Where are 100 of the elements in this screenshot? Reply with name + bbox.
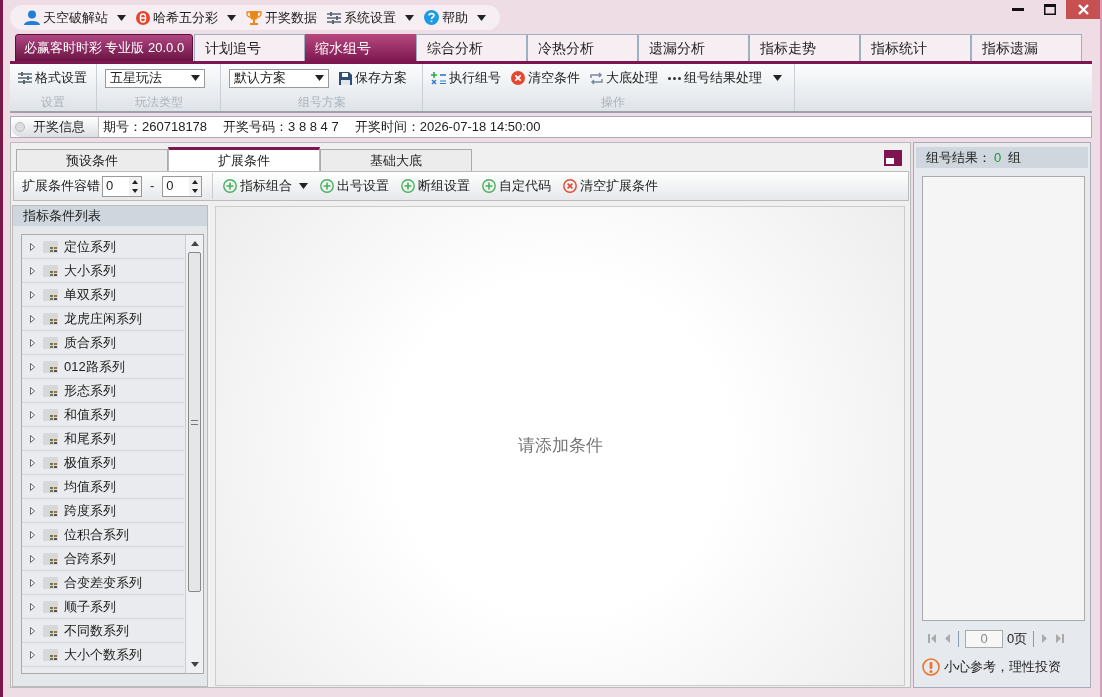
toolbar-button[interactable]: 保存方案 [339, 68, 407, 88]
expand-icon[interactable] [30, 410, 35, 419]
tree-item[interactable]: 跨度系列 [22, 499, 184, 523]
draw-info-text: 开奖号码：3 8 8 4 7 [223, 118, 339, 137]
toolbar-button[interactable]: 执行组号 [431, 68, 501, 88]
folder-icon [43, 432, 58, 445]
person-icon [24, 10, 40, 25]
toolbar-button[interactable]: 指标组合 [223, 176, 309, 196]
draw-info-button[interactable]: 开奖信息 [11, 117, 99, 137]
add-icon [223, 179, 238, 193]
number-spinner[interactable]: 0 [102, 175, 142, 197]
tree-item[interactable]: 形态系列 [22, 379, 184, 403]
dropdown-field[interactable]: 默认方案 [229, 68, 329, 88]
tree-item[interactable]: 龙虎庄闲系列 [22, 307, 184, 331]
tree-item[interactable]: 极值系列 [22, 451, 184, 475]
restore-icon[interactable] [884, 150, 902, 166]
scrollbar[interactable] [185, 235, 203, 673]
expand-icon[interactable] [30, 362, 35, 371]
menu-item[interactable]: 开奖数据 [246, 6, 317, 29]
tree-item[interactable]: 012路系列 [22, 355, 184, 379]
number-spinner[interactable]: 0 [162, 175, 203, 197]
empty-message: 请添加条件 [517, 435, 603, 458]
add-icon [320, 179, 335, 193]
expand-icon[interactable] [30, 266, 35, 275]
warning-icon [922, 657, 940, 676]
folder-icon [43, 528, 58, 541]
scroll-up-icon[interactable] [191, 241, 199, 246]
tab[interactable]: 指标走势 [749, 34, 860, 62]
expand-icon[interactable] [30, 338, 35, 347]
tree-item[interactable]: 定位系列 [22, 235, 184, 259]
expand-icon[interactable] [30, 386, 35, 395]
tree-item[interactable]: 大小个数系列 [22, 643, 184, 667]
folder-icon [43, 312, 58, 325]
tab[interactable]: 综合分析 [416, 34, 527, 62]
subtab[interactable]: 基础大底 [320, 149, 472, 171]
folder-icon [43, 600, 58, 613]
minimize-icon [1012, 7, 1024, 12]
maximize-icon [1044, 4, 1056, 15]
expand-icon[interactable] [30, 650, 35, 659]
folder-icon [43, 480, 58, 493]
sliders-icon [327, 11, 341, 24]
save-icon [339, 71, 352, 85]
tab[interactable]: 计划追号 [194, 34, 305, 62]
caret-icon [227, 14, 236, 21]
expand-icon[interactable] [30, 626, 35, 635]
menu-item[interactable]: 系统设置 [327, 6, 414, 29]
expand-icon[interactable] [30, 578, 35, 587]
tab[interactable]: 缩水组号 [305, 34, 416, 62]
expand-icon[interactable] [30, 506, 35, 515]
folder-icon [43, 264, 58, 277]
folder-icon [43, 408, 58, 421]
dropdown-field[interactable]: 五星玩法 [105, 68, 205, 88]
toolbar-button[interactable]: 组号结果处理 [668, 68, 782, 88]
spinner-arrows-icon[interactable] [129, 176, 141, 196]
tree-item[interactable]: 顺子系列 [22, 595, 184, 619]
menu-item[interactable]: 哈希五分彩 [136, 6, 236, 29]
spinner-arrows-icon[interactable] [189, 176, 202, 196]
tab[interactable]: 冷热分析 [527, 34, 638, 62]
expand-icon[interactable] [30, 482, 35, 491]
result-unit: 组 [1008, 148, 1022, 167]
subtab[interactable]: 预设条件 [16, 149, 168, 171]
expand-icon[interactable] [30, 314, 35, 323]
menu-item[interactable]: 帮助 [424, 6, 486, 29]
tree-item[interactable]: 和尾系列 [22, 427, 184, 451]
subtab[interactable]: 扩展条件 [168, 147, 320, 171]
expand-icon[interactable] [30, 530, 35, 539]
expand-icon[interactable] [30, 434, 35, 443]
folder-icon [43, 504, 58, 517]
expand-icon[interactable] [30, 290, 35, 299]
toolbar-button[interactable]: 出号设置 [320, 176, 390, 196]
toolbar-button[interactable]: 格式设置 [18, 68, 87, 88]
tab[interactable]: 指标统计 [860, 34, 971, 62]
expand-icon[interactable] [30, 554, 35, 563]
menu-item[interactable]: 天空破解站 [24, 6, 126, 29]
tree-item[interactable]: 不同数系列 [22, 619, 184, 643]
tree-item[interactable]: 位积合系列 [22, 523, 184, 547]
toolbar-button[interactable]: 清空扩展条件 [563, 176, 659, 196]
tree-item[interactable]: 大小系列 [22, 259, 184, 283]
group-label: 玩法类型 [134, 94, 183, 111]
scroll-down-icon[interactable] [191, 662, 199, 667]
close-button[interactable] [1066, 0, 1100, 19]
tree-item[interactable]: 单双系列 [22, 283, 184, 307]
expand-icon[interactable] [30, 458, 35, 467]
toolbar-button[interactable]: 自定代码 [482, 176, 552, 196]
caret-icon [117, 14, 126, 21]
tab[interactable]: 指标遗漏 [971, 34, 1082, 62]
tab[interactable]: 遗漏分析 [638, 34, 749, 62]
tree-item[interactable]: 均值系列 [22, 475, 184, 499]
tree-item[interactable]: 和值系列 [22, 403, 184, 427]
tree-item[interactable]: 合跨系列 [22, 547, 184, 571]
more-icon [668, 76, 681, 80]
scroll-thumb[interactable] [188, 252, 201, 592]
tree-item[interactable]: 合变差变系列 [22, 571, 184, 595]
toolbar-button[interactable]: 大底处理 [590, 68, 658, 88]
expand-icon[interactable] [30, 242, 35, 251]
toolbar-button[interactable]: 清空条件 [511, 68, 580, 88]
expand-icon[interactable] [30, 602, 35, 611]
tree-item[interactable]: 质合系列 [22, 331, 184, 355]
page-total: 0页 [1007, 630, 1028, 648]
toolbar-button[interactable]: 断组设置 [401, 176, 471, 196]
